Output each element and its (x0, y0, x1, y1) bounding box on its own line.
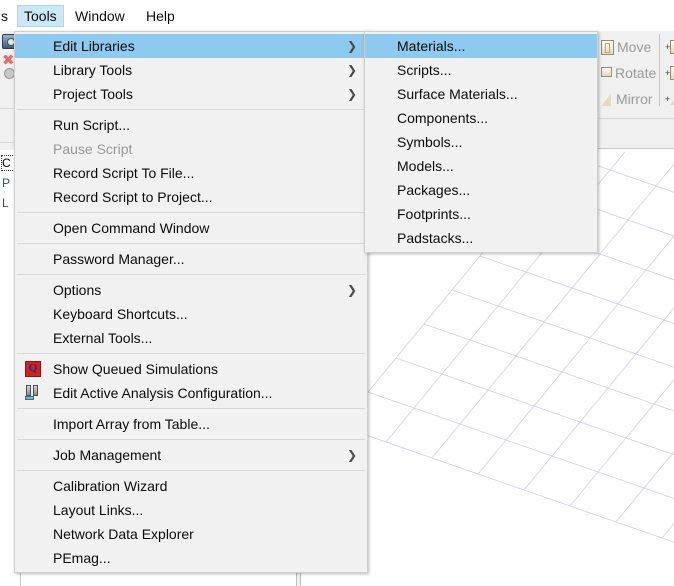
menu-item-external-tools[interactable]: External Tools... (15, 326, 367, 350)
chevron-right-icon: ❯ (346, 448, 357, 462)
submenu-item-footprints[interactable]: Footprints... (365, 202, 597, 226)
menu-item-label: Network Data Explorer (53, 526, 194, 542)
menu-item-library-tools[interactable]: Library Tools ❯ (15, 58, 367, 82)
menu-item-options[interactable]: Options ❯ (15, 278, 367, 302)
menubar: s Tools Window Help (0, 0, 674, 31)
menubar-item-tools[interactable]: Tools (17, 5, 64, 27)
rotate-label: Rotate (615, 65, 657, 81)
menu-separator (17, 274, 365, 275)
menu-item-label: External Tools... (53, 330, 153, 346)
rotate-icon (601, 66, 612, 80)
menu-item-label: Password Manager... (53, 251, 185, 267)
menubar-item-s[interactable]: s (0, 6, 15, 26)
duplicate-move-icon (670, 40, 674, 54)
duplicate-rotate-button[interactable]: + (665, 60, 674, 86)
move-button[interactable]: Move (601, 34, 651, 60)
submenu-item-padstacks[interactable]: Padstacks... (365, 226, 597, 250)
menu-item-show-queued-simulations[interactable]: Q Show Queued Simulations (15, 357, 367, 381)
submenu-item-packages[interactable]: Packages... (365, 178, 597, 202)
toolbar-bottom-divider (599, 118, 674, 119)
submenu-item-components[interactable]: Components... (365, 106, 597, 130)
menu-item-label: Run Script... (53, 117, 131, 133)
submenu-item-label: Models... (397, 158, 454, 174)
submenu-item-materials[interactable]: Materials... (365, 34, 597, 58)
menubar-item-window[interactable]: Window (68, 6, 132, 26)
menu-item-label: PEmag... (53, 550, 111, 566)
menu-item-label: Record Script To File... (53, 165, 195, 181)
mirror-label: Mirror (616, 91, 653, 107)
menu-item-record-script-to-file[interactable]: Record Script To File... (15, 161, 367, 185)
submenu-item-label: Symbols... (397, 134, 463, 150)
submenu-item-surface-materials[interactable]: Surface Materials... (365, 82, 597, 106)
submenu-item-models[interactable]: Models... (365, 154, 597, 178)
menubar-item-help[interactable]: Help (139, 6, 182, 26)
menu-separator (17, 439, 365, 440)
submenu-item-label: Components... (397, 110, 489, 126)
move-icon (601, 39, 614, 55)
chevron-right-icon: ❯ (346, 283, 357, 297)
menu-item-pause-script: Pause Script (15, 137, 367, 161)
menu-item-edit-active-analysis-configuration[interactable]: Edit Active Analysis Configuration... (15, 381, 367, 405)
menu-item-label: Edit Active Analysis Configuration... (53, 385, 273, 401)
menu-separator (17, 212, 365, 213)
move-label: Move (617, 39, 652, 55)
duplicate-move-button[interactable]: + (665, 34, 674, 60)
submenu-item-scripts[interactable]: Scripts... (365, 58, 597, 82)
menu-item-label: Keyboard Shortcuts... (53, 306, 188, 322)
menu-separator (17, 470, 365, 471)
menu-separator (17, 408, 365, 409)
menu-separator (17, 109, 365, 110)
menu-item-open-command-window[interactable]: Open Command Window (15, 216, 367, 240)
submenu-item-label: Materials... (397, 38, 466, 54)
delete-x-icon[interactable]: ✖ (2, 53, 15, 68)
menu-item-label: Record Script to Project... (53, 189, 213, 205)
menu-separator (17, 243, 365, 244)
mirror-icon (601, 93, 613, 106)
rotate-button[interactable]: Rotate (601, 60, 656, 86)
menu-item-label: Edit Libraries (53, 38, 135, 54)
menu-item-label: Open Command Window (53, 220, 210, 236)
queued-simulations-icon: Q (25, 361, 41, 377)
menu-item-label: Pause Script (53, 141, 133, 157)
mirror-button[interactable]: Mirror (601, 86, 653, 112)
menu-item-label: Calibration Wizard (53, 478, 168, 494)
menu-separator (17, 353, 365, 354)
analysis-configuration-icon (25, 385, 41, 401)
menu-item-label: Layout Links... (53, 502, 144, 518)
duplicate-mirror-button[interactable]: + (665, 86, 674, 112)
menu-item-pemag[interactable]: PEmag... (15, 546, 367, 570)
submenu-item-label: Packages... (397, 182, 471, 198)
menu-item-label: Job Management (53, 447, 162, 463)
chevron-right-icon: ❯ (346, 87, 357, 101)
submenu-item-label: Scripts... (397, 62, 452, 78)
chevron-right-icon: ❯ (346, 39, 357, 53)
menu-item-password-manager[interactable]: Password Manager... (15, 247, 367, 271)
duplicate-mirror-icon (670, 93, 674, 105)
submenu-item-symbols[interactable]: Symbols... (365, 130, 597, 154)
tools-dropdown-menu: Edit Libraries ❯ Library Tools ❯ Project Too… (14, 31, 368, 573)
menu-item-record-script-to-project[interactable]: Record Script to Project... (15, 185, 367, 209)
menu-item-label: Import Array from Table... (53, 416, 210, 432)
chevron-right-icon: ❯ (346, 63, 357, 77)
menu-item-run-script[interactable]: Run Script... (15, 113, 367, 137)
edit-libraries-submenu: Materials... Scripts... Surface Materials.… (364, 31, 598, 253)
menu-item-network-data-explorer[interactable]: Network Data Explorer (15, 522, 367, 546)
menu-item-layout-links[interactable]: Layout Links... (15, 498, 367, 522)
duplicate-rotate-icon (670, 66, 674, 80)
menu-item-calibration-wizard[interactable]: Calibration Wizard (15, 474, 367, 498)
menu-item-edit-libraries[interactable]: Edit Libraries ❯ (15, 34, 367, 58)
submenu-item-label: Surface Materials... (397, 86, 518, 102)
menu-item-job-management[interactable]: Job Management ❯ (15, 443, 367, 467)
menu-item-keyboard-shortcuts[interactable]: Keyboard Shortcuts... (15, 302, 367, 326)
submenu-item-label: Footprints... (397, 206, 471, 222)
menu-item-label: Project Tools (53, 86, 133, 102)
menu-item-import-array-from-table[interactable]: Import Array from Table... (15, 412, 367, 436)
modeler-draw-toolbar: Move Rotate Mirror + + + (596, 30, 674, 149)
toolbar-divider (659, 34, 660, 106)
menu-item-label: Show Queued Simulations (53, 361, 218, 377)
submenu-item-label: Padstacks... (397, 230, 474, 246)
menu-item-label: Library Tools (53, 62, 133, 78)
menu-item-label: Options (53, 282, 102, 298)
menu-item-project-tools[interactable]: Project Tools ❯ (15, 82, 367, 106)
